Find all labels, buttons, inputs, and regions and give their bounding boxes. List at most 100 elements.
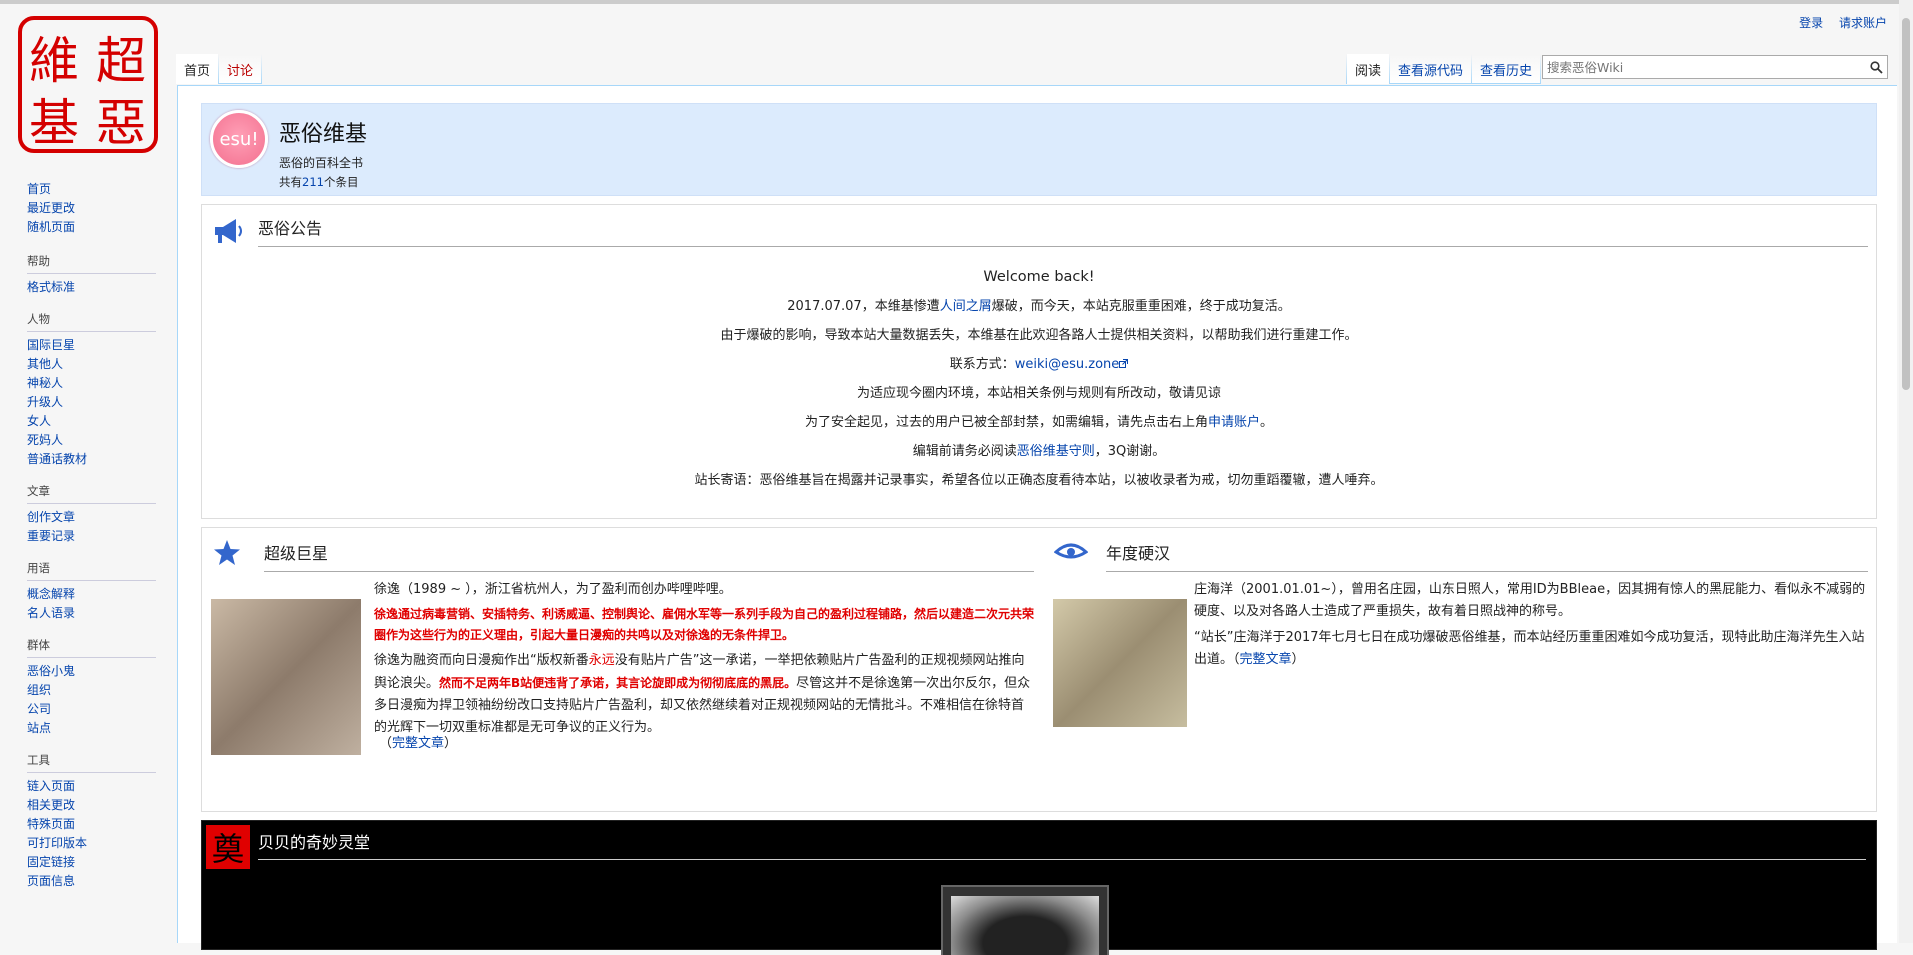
superstar-more: （完整文章） [379,733,457,755]
search-icon[interactable] [1865,56,1887,78]
sidebar-heading: 人物 [27,311,156,332]
sidebar-item[interactable]: 神秘人 [27,374,156,393]
personal-tools: 登录 请求账户 [1787,14,1887,31]
line-text: ，3Q谢谢。 [1094,444,1166,459]
sidebar-section-people: 人物 国际巨星 其他人 神秘人 升级人 女人 死妈人 普通话教材 [27,311,156,469]
sidebar-item[interactable]: 创作文章 [27,508,156,527]
contact-email-link[interactable]: weiki@esu.zone [1015,357,1120,372]
sidebar-item-recent-changes[interactable]: 最近更改 [27,199,156,218]
sidebar-item[interactable]: 站点 [27,719,156,738]
main-content: esu! 恶俗维基 恶俗的百科全书 共有211个条目 恶俗公告 Welcome … [177,85,1897,955]
sidebar-item[interactable]: 固定链接 [27,853,156,872]
sidebar-item[interactable]: 其他人 [27,355,156,374]
sidebar-item[interactable]: 公司 [27,700,156,719]
welcome-banner: esu! 恶俗维基 恶俗的百科全书 共有211个条目 [201,103,1877,196]
sidebar-section-groups: 群体 恶俗小鬼 组织 公司 站点 [27,637,156,738]
line-text: 联系方式： [949,357,1015,372]
announcement-line: 由于爆破的影响，导致本站大量数据丢失，本维基在此欢迎各路人士提供相关资料，以帮助… [720,328,1358,343]
sidebar-item-home[interactable]: 首页 [27,180,156,199]
yearly-full-article-link[interactable]: 完整文章 [1240,652,1292,667]
sidebar-section-tools: 工具 链入页面 相关更改 特殊页面 可打印版本 固定链接 页面信息 [27,752,156,891]
memorial-icon: 奠 [206,825,250,869]
sidebar-item[interactable]: 普通话教材 [27,450,156,469]
announcement-header: 恶俗公告 [202,205,1876,247]
login-link[interactable]: 登录 [1799,16,1823,30]
article-count-link[interactable]: 211 [302,175,324,189]
tab-separator [261,54,263,84]
body-text: 徐逸为融资而向日漫痴作出“版权新番 [374,653,589,668]
sidebar: 首页 最近更改 随机页面 帮助 格式标准 人物 国际巨星 其他人 神秘人 升级人… [0,180,176,905]
tab-view-history[interactable]: 查看历史 [1472,54,1541,84]
logo-char: 維 [29,32,79,90]
sidebar-heading: 帮助 [27,253,156,274]
article-count: 共有211个条目 [279,174,358,190]
announcement-title: 恶俗公告 [258,215,1868,247]
yearly-photo[interactable] [1053,599,1187,727]
superstar-photo[interactable] [211,599,361,755]
superstar-full-article-link[interactable]: 完整文章 [392,736,444,751]
sidebar-item[interactable]: 可打印版本 [27,834,156,853]
line-text: 。 [1260,415,1274,430]
welcome-text: Welcome back! [983,269,1095,285]
sidebar-heading: 工具 [27,752,156,773]
site-title: 恶俗维基 [279,122,368,147]
paren: ） [1291,652,1305,667]
announcement-line: 站长寄语：恶俗维基旨在揭露并记录事实，希望各位以正确态度看待本站，以被收录者为戒… [694,473,1384,488]
body-red-text: 永远 [588,653,615,668]
request-account-link[interactable]: 请求账户 [1839,16,1887,30]
sidebar-item[interactable]: 国际巨星 [27,336,156,355]
memorial-title: 贝贝的奇妙灵堂 [258,829,1866,860]
line-text: 为了安全起见，过去的用户已被全部封禁，如需编辑，请先点击右上角 [804,415,1208,430]
superstar-highlight: 徐逸通过病毒营销、安插特务、利诱威逼、控制舆论、雇佣水军等一系列手段为自己的盈利… [374,607,1035,642]
memorial-portrait[interactable] [951,896,1099,955]
sidebar-item[interactable]: 组织 [27,681,156,700]
sidebar-section-help: 帮助 格式标准 [27,253,156,297]
logo-char: 惡 [96,94,146,152]
featured-box: 超级巨星 徐逸（1989 ~ ），浙江省杭州人，为了盈利而创办哔哩哔哩。 徐逸通… [201,527,1877,812]
tab-view-source[interactable]: 查看源代码 [1390,54,1472,84]
logo-char: 基 [29,94,79,152]
view-tabs: 阅读 查看源代码 查看历史 [1346,54,1542,84]
hacker-link[interactable]: 人间之屑 [940,299,992,314]
sidebar-item[interactable]: 重要记录 [27,527,156,546]
superstar-title: 超级巨星 [264,540,1034,572]
paren: ） [444,736,458,751]
sidebar-item[interactable]: 特殊页面 [27,815,156,834]
sidebar-item[interactable]: 名人语录 [27,604,156,623]
tab-read[interactable]: 阅读 [1347,54,1390,84]
announcement-box: 恶俗公告 Welcome back! 2017.07.07，本维基惨遭人间之屑爆… [201,204,1877,519]
site-subtitle: 恶俗的百科全书 [279,156,364,170]
sidebar-item-format[interactable]: 格式标准 [27,278,156,297]
sidebar-item[interactable]: 升级人 [27,393,156,412]
site-logo[interactable]: 維 超 基 惡 [18,16,158,153]
count-suffix: 个条目 [323,175,359,189]
line-text: 爆破，而今天，本站克服重重困难，终于成功复活。 [991,299,1291,314]
sidebar-item[interactable]: 相关更改 [27,796,156,815]
top-border [0,0,1913,4]
sidebar-item[interactable]: 链入页面 [27,777,156,796]
rules-link[interactable]: 恶俗维基守则 [1017,444,1095,459]
eye-icon [1053,540,1089,568]
sidebar-item[interactable]: 概念解释 [27,585,156,604]
superstar-body: 徐逸为融资而向日漫痴作出“版权新番永远没有贴片广告”这一承诺，一举把依赖贴片广告… [374,650,1034,739]
external-link-icon [1119,357,1129,372]
tab-main-page[interactable]: 首页 [176,54,219,84]
sidebar-item[interactable]: 死妈人 [27,431,156,450]
memorial-portrait-frame [941,885,1109,955]
announcement-line: 为适应现今圈内环境，本站相关条例与规则有所改动，敬请见谅 [856,386,1221,401]
sidebar-item[interactable]: 恶俗小鬼 [27,662,156,681]
body-bold-red-text: 然而不足两年B站便违背了承诺，其言论旋即成为彻彻底底的黑屁。 [439,676,797,690]
scrollbar-thumb[interactable] [1902,18,1910,390]
memorial-box: 奠 贝贝的奇妙灵堂 [201,820,1877,955]
tab-discussion[interactable]: 讨论 [219,54,262,84]
yearly-title: 年度硬汉 [1106,540,1868,572]
sidebar-heading: 用语 [27,560,156,581]
apply-account-link[interactable]: 申请账户 [1208,415,1260,430]
sidebar-item[interactable]: 女人 [27,412,156,431]
page-scrollbar[interactable] [1899,0,1913,943]
announcement-line: 2017.07.07，本维基惨遭人间之屑爆破，而今天，本站克服重重困难，终于成功… [202,292,1876,321]
superstar-intro: 徐逸（1989 ~ ），浙江省杭州人，为了盈利而创办哔哩哔哩。 [374,582,732,597]
sidebar-item-random[interactable]: 随机页面 [27,218,156,237]
sidebar-item[interactable]: 页面信息 [27,872,156,891]
search-input[interactable] [1543,56,1865,78]
